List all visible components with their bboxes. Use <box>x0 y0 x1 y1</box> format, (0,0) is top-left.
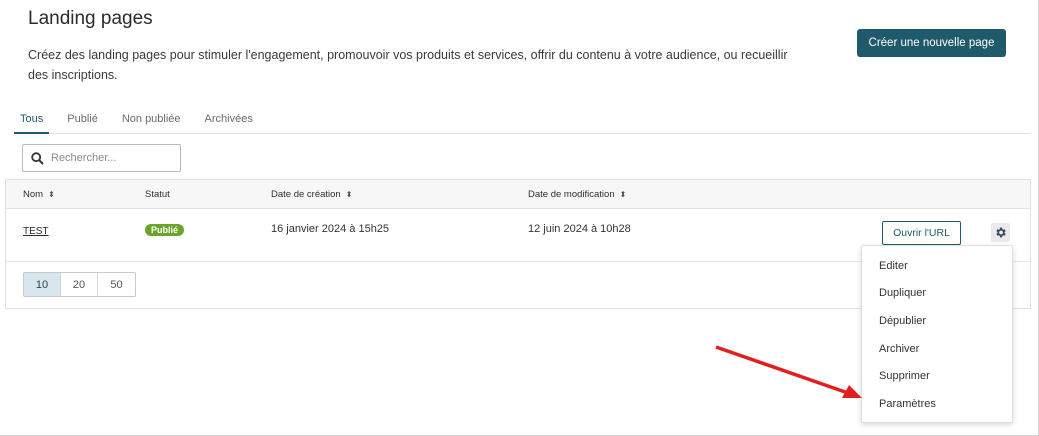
tab-unpublished[interactable]: Non publiée <box>116 108 187 134</box>
column-created-label: Date de création <box>271 189 341 200</box>
search-box <box>22 144 181 172</box>
modified-date: 12 juin 2024 à 10h28 <box>528 223 631 235</box>
row-actions-menu: Editer Dupliquer Dépublier Archiver Supp… <box>861 245 1013 423</box>
tab-published[interactable]: Publié <box>61 108 104 134</box>
sort-icon: ⬍ <box>345 190 353 199</box>
column-created[interactable]: Date de création ⬍ <box>271 189 352 200</box>
column-status: Statut <box>145 189 170 200</box>
menu-item-edit[interactable]: Editer <box>879 260 908 272</box>
menu-item-archive[interactable]: Archiver <box>879 343 919 355</box>
column-status-label: Statut <box>145 189 170 200</box>
column-modified-label: Date de modification <box>528 189 615 200</box>
page-description: Créez des landing pages pour stimuler l'… <box>28 48 788 82</box>
column-name[interactable]: Nom ⬍ <box>23 189 55 200</box>
page-size-10[interactable]: 10 <box>24 273 61 296</box>
open-url-button[interactable]: Ouvrir l'URL <box>882 221 961 245</box>
gear-icon[interactable] <box>991 223 1010 242</box>
search-input[interactable] <box>51 152 171 164</box>
page-size-50[interactable]: 50 <box>98 273 135 296</box>
column-name-label: Nom <box>23 189 44 200</box>
status-tabs: Tous Publié Non publiée Archivées <box>14 108 1030 134</box>
table-header: Nom ⬍ Statut Date de création ⬍ Date de … <box>6 180 1030 209</box>
page-size-selector: 10 20 50 <box>23 272 136 297</box>
menu-item-delete[interactable]: Supprimer <box>879 370 930 382</box>
status-badge: Publié <box>145 224 185 236</box>
search-icon <box>23 144 51 172</box>
menu-item-settings[interactable]: Paramètres <box>879 398 936 410</box>
column-modified[interactable]: Date de modification ⬍ <box>528 189 626 200</box>
tab-archived[interactable]: Archivées <box>199 108 259 134</box>
tab-all[interactable]: Tous <box>14 108 50 134</box>
page-size-20[interactable]: 20 <box>61 273 98 296</box>
sort-icon: ⬍ <box>619 190 627 199</box>
page-title: Landing pages <box>28 8 153 29</box>
page-name-link[interactable]: TEST <box>23 226 49 237</box>
create-page-button[interactable]: Créer une nouvelle page <box>857 29 1006 57</box>
created-date: 16 janvier 2024 à 15h25 <box>271 223 390 235</box>
menu-item-unpublish[interactable]: Dépublier <box>879 315 926 327</box>
sort-icon: ⬍ <box>48 190 55 199</box>
menu-item-duplicate[interactable]: Dupliquer <box>879 287 926 299</box>
